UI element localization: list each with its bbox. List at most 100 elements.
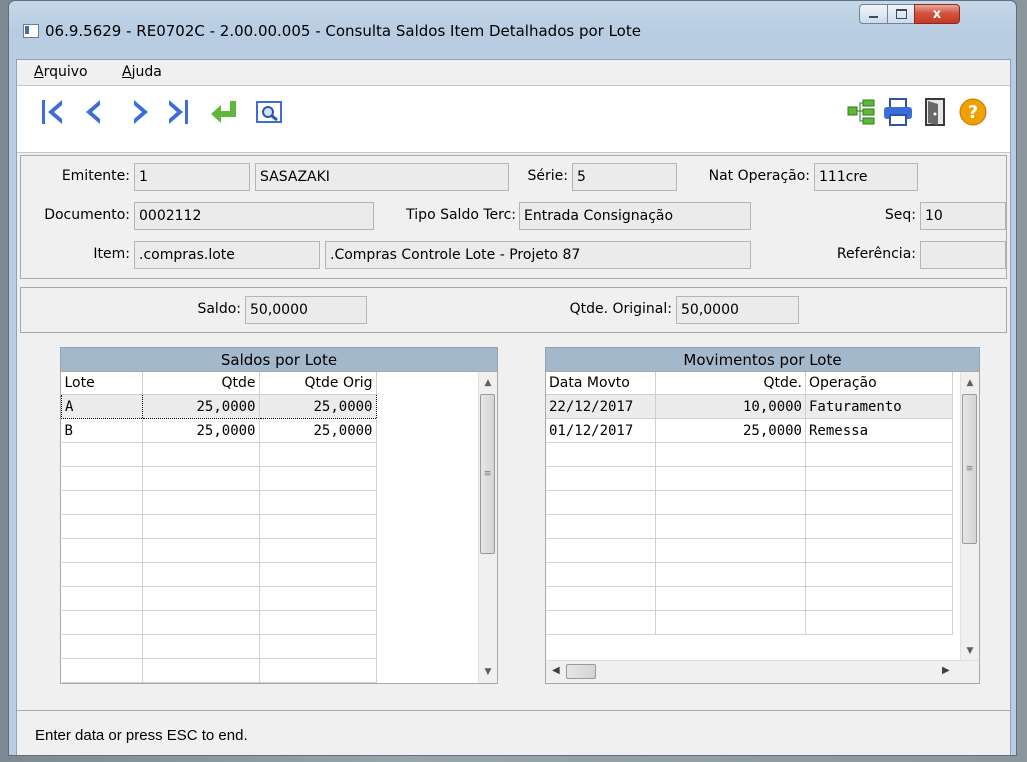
tipo-saldo-field[interactable]: Entrada Consignação xyxy=(519,202,751,230)
exit-button[interactable] xyxy=(919,96,951,128)
saldo-field[interactable]: 50,0000 xyxy=(245,296,367,324)
close-button[interactable]: x xyxy=(914,4,960,24)
cell-operacao[interactable]: Remessa xyxy=(805,418,953,443)
menu-arquivo-label: rquivo xyxy=(43,64,88,80)
column-header-qtde[interactable]: Qtde xyxy=(142,372,260,395)
table-row[interactable] xyxy=(546,610,953,635)
cell-qtde[interactable]: 25,0000 xyxy=(142,394,260,419)
documento-field[interactable]: 0002112 xyxy=(134,202,374,230)
scroll-up-icon[interactable]: ▲ xyxy=(961,375,979,391)
referencia-field[interactable] xyxy=(920,241,1006,269)
scroll-right-icon[interactable]: ▶ xyxy=(942,665,950,676)
close-icon: x xyxy=(932,6,942,22)
maximize-button[interactable] xyxy=(887,4,915,24)
table-row[interactable] xyxy=(546,514,953,539)
nat-operacao-label: Nat Operação: xyxy=(708,168,810,184)
scroll-down-icon[interactable]: ▼ xyxy=(479,664,497,680)
saldos-grid[interactable]: Lote Qtde Qtde Orig A 25,0000 25,0000 B … xyxy=(60,371,498,684)
column-header-qtde-orig[interactable]: Qtde Orig xyxy=(259,372,377,395)
item-description-field[interactable]: .Compras Controle Lote - Projeto 87 xyxy=(325,241,751,269)
tipo-saldo-label: Tipo Saldo Terc: xyxy=(406,207,516,223)
scroll-left-icon[interactable]: ◀ xyxy=(552,665,560,676)
scroll-thumb[interactable]: ≡ xyxy=(962,394,977,544)
movimentos-vertical-scrollbar[interactable]: ▲ ≡ ▼ xyxy=(960,372,979,662)
qtde-original-label: Qtde. Original: xyxy=(569,301,672,317)
emitente-label: Emitente: xyxy=(61,168,130,184)
saldos-table: Lote Qtde Qtde Orig A 25,0000 25,0000 B … xyxy=(61,372,377,683)
table-row[interactable] xyxy=(61,538,377,563)
cell-qtde-orig[interactable]: 25,0000 xyxy=(259,418,377,443)
menu-arquivo-mnemonic: A xyxy=(34,64,44,80)
cell-lote[interactable]: B xyxy=(61,418,143,443)
help-button[interactable]: ? xyxy=(957,96,989,128)
table-row[interactable] xyxy=(546,586,953,611)
search-icon xyxy=(256,101,282,123)
cell-operacao[interactable]: Faturamento xyxy=(805,394,953,419)
first-record-button[interactable] xyxy=(37,96,69,128)
scroll-up-icon[interactable]: ▲ xyxy=(479,375,497,391)
qtde-original-field[interactable]: 50,0000 xyxy=(676,296,799,324)
movimentos-grid-title: Movimentos por Lote xyxy=(545,347,980,372)
search-button[interactable] xyxy=(253,96,285,128)
cell-qtde-orig[interactable]: 25,0000 xyxy=(258,394,377,419)
saldos-vertical-scrollbar[interactable]: ▲ ≡ ▼ xyxy=(478,372,497,683)
table-row[interactable] xyxy=(61,466,377,491)
scroll-thumb[interactable]: ≡ xyxy=(480,394,495,554)
menu-ajuda-label: juda xyxy=(131,64,162,80)
emitente-field[interactable]: 1 xyxy=(134,163,250,191)
menu-ajuda[interactable]: Ajuda xyxy=(122,64,162,80)
cell-qtde[interactable]: 25,0000 xyxy=(142,418,260,443)
minimize-icon xyxy=(869,16,878,18)
cell-data-movto[interactable]: 22/12/2017 xyxy=(546,394,656,419)
table-row[interactable] xyxy=(61,562,377,587)
table-row[interactable] xyxy=(61,658,377,683)
last-record-button[interactable] xyxy=(163,96,195,128)
scroll-thumb[interactable] xyxy=(566,664,596,679)
item-field[interactable]: .compras.lote xyxy=(134,241,320,269)
table-row[interactable] xyxy=(61,490,377,515)
cell-lote[interactable]: A xyxy=(61,394,143,419)
table-row[interactable]: B 25,0000 25,0000 xyxy=(61,418,377,443)
table-row[interactable]: A 25,0000 25,0000 xyxy=(61,394,377,419)
title-bar[interactable]: 06.9.5629 - RE0702C - 2.00.00.005 - Cons… xyxy=(9,1,1016,51)
cell-data-movto[interactable]: 01/12/2017 xyxy=(546,418,656,443)
documento-label: Documento: xyxy=(44,207,130,223)
cell-qtde[interactable]: 25,0000 xyxy=(655,418,806,443)
movimentos-grid[interactable]: Data Movto Qtde. Operação 22/12/2017 10,… xyxy=(545,371,980,684)
column-header-operacao[interactable]: Operação xyxy=(805,372,953,395)
return-button[interactable] xyxy=(207,96,239,128)
minimize-button[interactable] xyxy=(859,4,888,24)
table-row[interactable] xyxy=(546,442,953,467)
scroll-down-icon[interactable]: ▼ xyxy=(961,643,979,659)
app-icon[interactable] xyxy=(23,24,39,38)
table-row[interactable]: 01/12/2017 25,0000 Remessa xyxy=(546,418,953,443)
table-row[interactable]: 22/12/2017 10,0000 Faturamento xyxy=(546,394,953,419)
next-record-button[interactable] xyxy=(125,96,157,128)
emitente-name-field[interactable]: SASAZAKI xyxy=(255,163,509,191)
saldos-grid-title: Saldos por Lote xyxy=(60,347,498,372)
seq-field[interactable]: 10 xyxy=(920,202,1006,230)
print-button[interactable] xyxy=(882,96,914,128)
column-header-data-movto[interactable]: Data Movto xyxy=(546,372,656,395)
table-row[interactable] xyxy=(61,442,377,467)
movimentos-horizontal-scrollbar[interactable]: ◀ ▶ xyxy=(546,660,979,683)
table-row[interactable] xyxy=(546,490,953,515)
cell-qtde[interactable]: 10,0000 xyxy=(655,394,806,419)
menu-arquivo[interactable]: Arquivo xyxy=(34,64,88,80)
table-row[interactable] xyxy=(61,514,377,539)
table-row[interactable] xyxy=(61,610,377,635)
table-row[interactable] xyxy=(61,586,377,611)
nat-operacao-field[interactable]: 111cre xyxy=(814,163,918,191)
table-row[interactable] xyxy=(546,562,953,587)
table-row[interactable] xyxy=(546,538,953,563)
table-row[interactable] xyxy=(546,466,953,491)
serie-field[interactable]: 5 xyxy=(572,163,677,191)
hierarchy-button[interactable] xyxy=(845,96,877,128)
column-header-lote[interactable]: Lote xyxy=(61,372,143,395)
help-icon: ? xyxy=(959,98,987,126)
column-header-qtde[interactable]: Qtde. xyxy=(655,372,806,395)
client-area: Arquivo Ajuda ? Emitente: 1 SASAZAKI Sér… xyxy=(16,59,1011,755)
application-window: 06.9.5629 - RE0702C - 2.00.00.005 - Cons… xyxy=(8,0,1017,756)
table-row[interactable] xyxy=(61,634,377,659)
previous-record-button[interactable] xyxy=(79,96,111,128)
